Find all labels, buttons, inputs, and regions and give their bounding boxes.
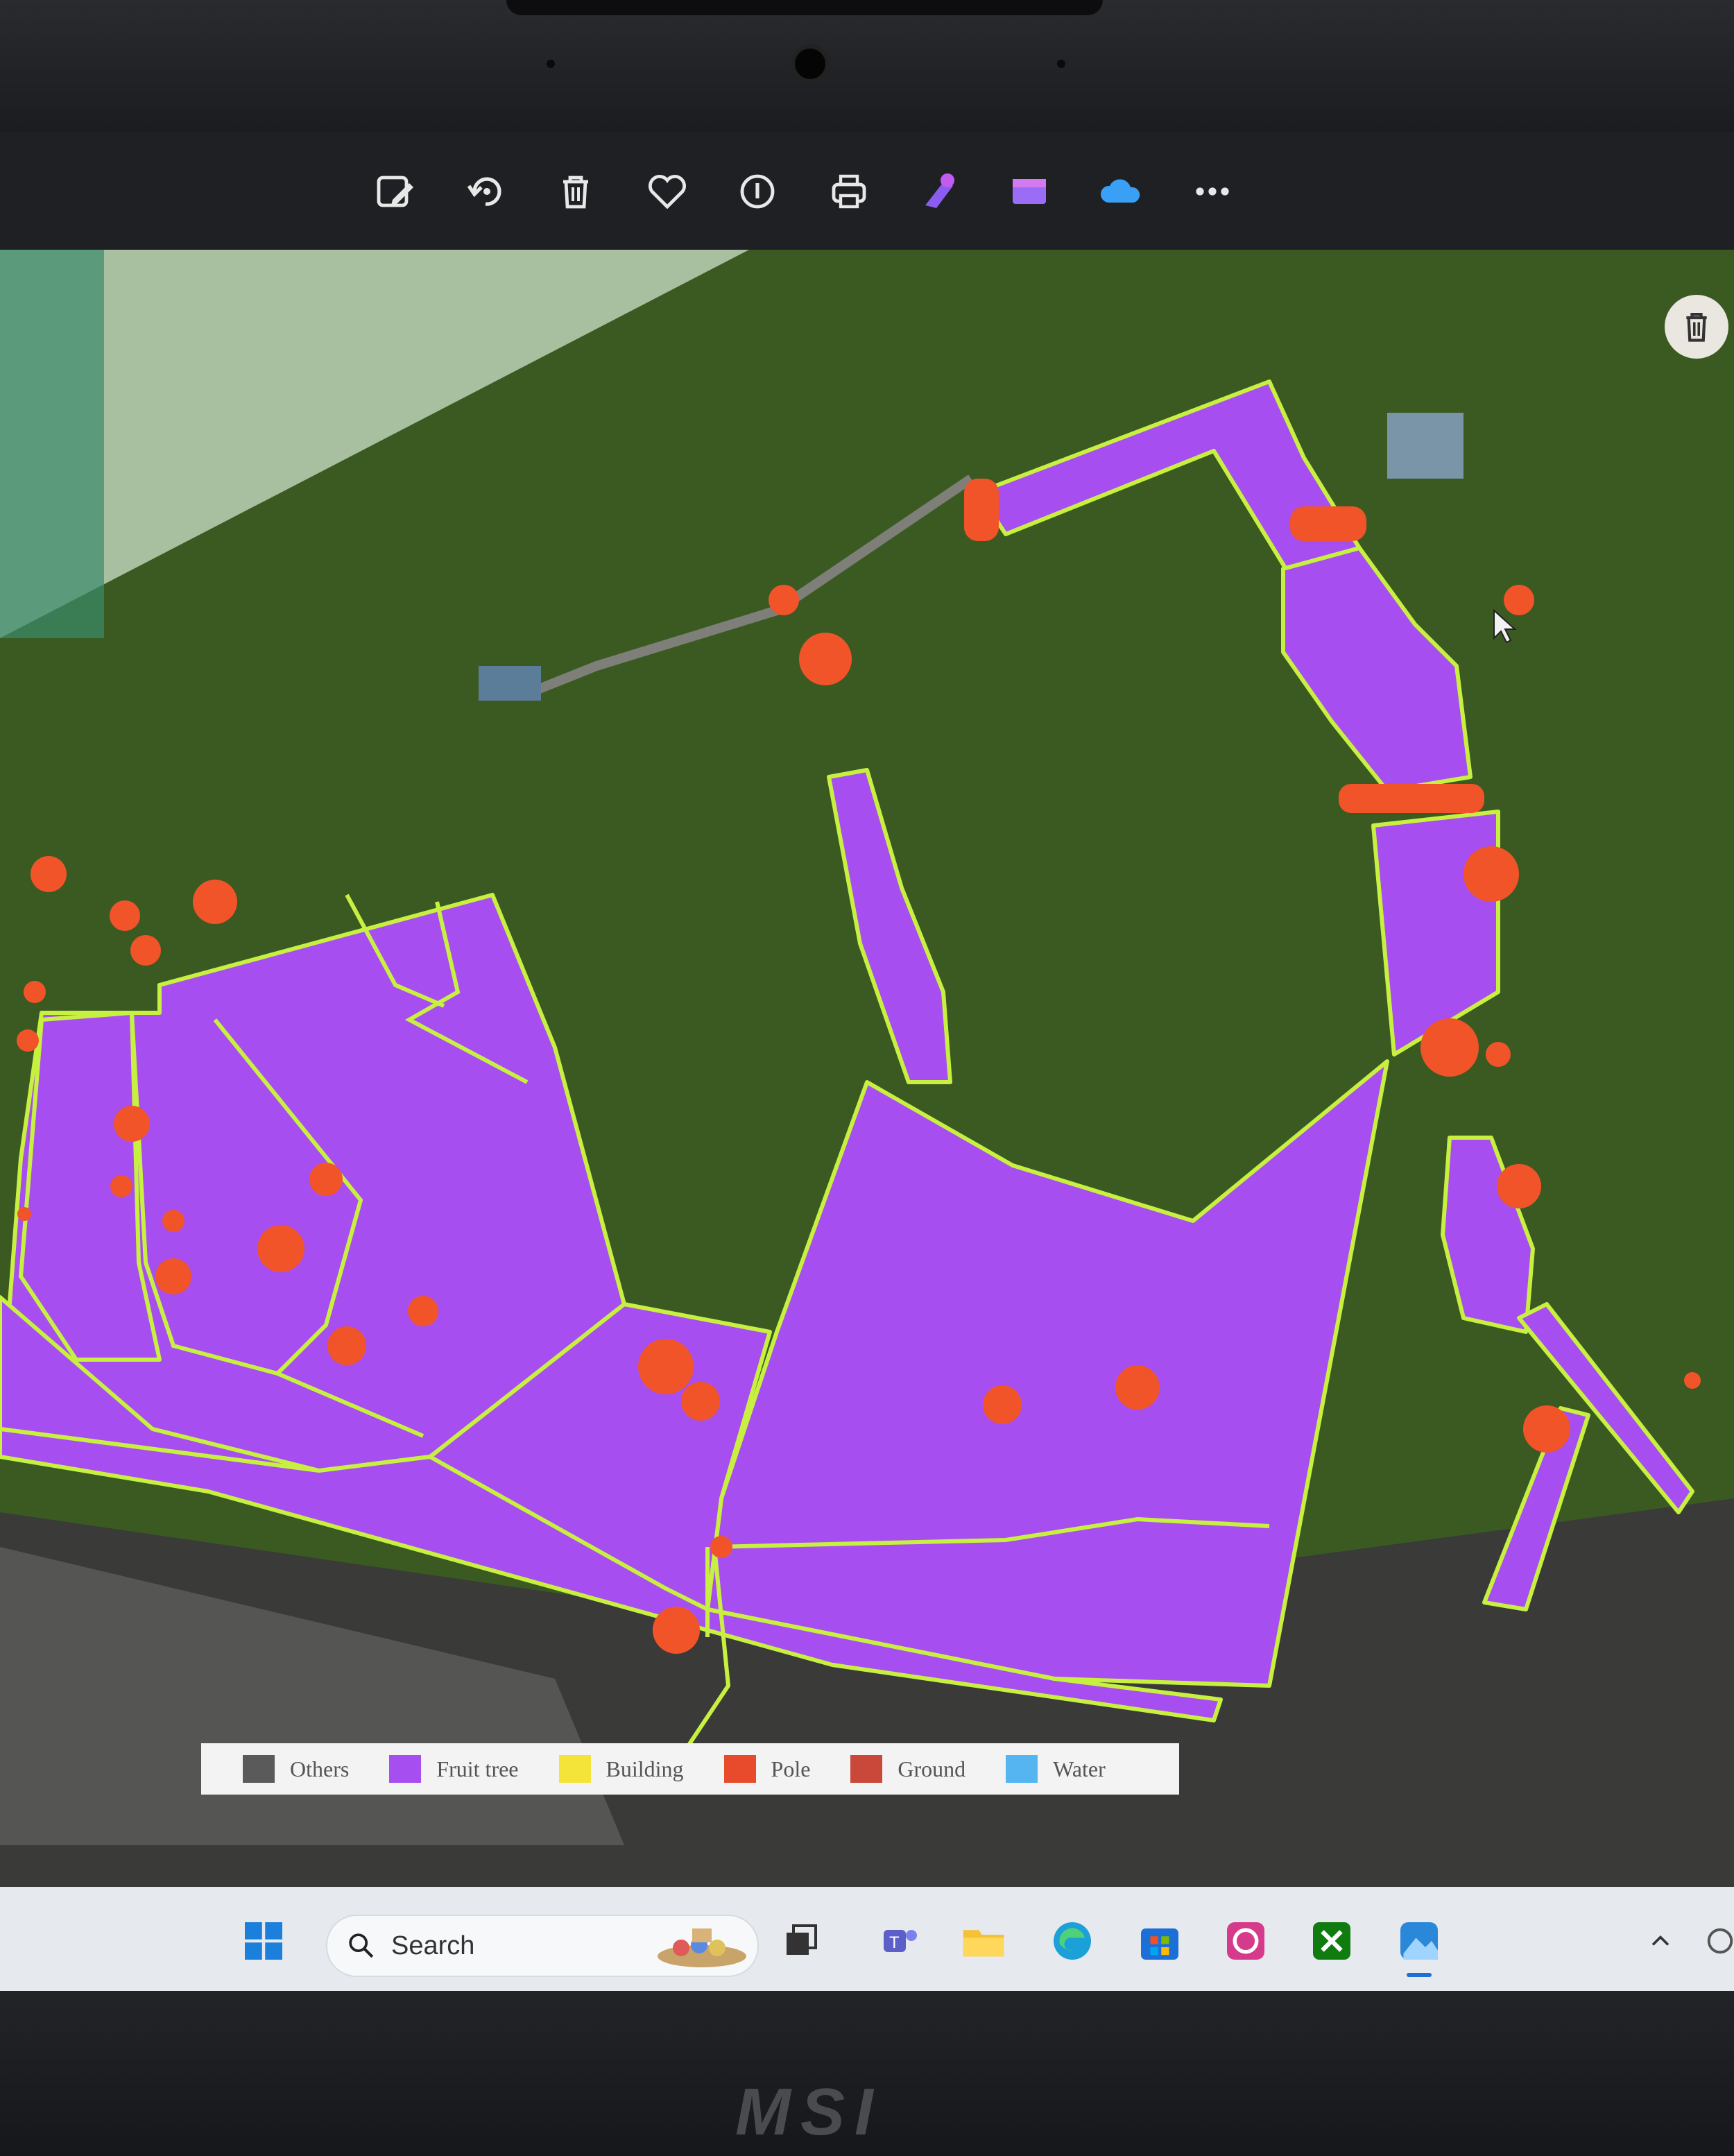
pole-marker — [327, 1326, 366, 1365]
webcam — [791, 44, 830, 83]
edit-image-icon[interactable] — [369, 165, 422, 218]
print-icon[interactable] — [823, 165, 875, 218]
legend-label: Fruit tree — [436, 1756, 519, 1781]
legend-item-building: Building — [558, 1755, 684, 1783]
delete-icon[interactable] — [1665, 295, 1728, 359]
legend-swatch — [723, 1755, 756, 1783]
brand-logo: MSI — [735, 2075, 883, 2149]
legend-swatch — [850, 1755, 883, 1783]
pole-marker — [710, 1536, 732, 1558]
legend-label: Others — [290, 1756, 350, 1781]
legend-item-ground: Ground — [850, 1755, 965, 1783]
sync-icon[interactable] — [1692, 1913, 1734, 1969]
pole-marker — [24, 981, 46, 1003]
pole-marker — [681, 1382, 720, 1421]
chevron-up-icon[interactable] — [1633, 1913, 1688, 1969]
pole-marker — [17, 1207, 31, 1221]
search-placeholder: Search — [391, 1931, 475, 1960]
pole-marker — [1339, 784, 1484, 813]
delete-icon[interactable] — [549, 165, 602, 218]
svg-text:T: T — [889, 1933, 900, 1952]
laptop-bezel-top — [0, 0, 1734, 132]
laptop-screen: Others Fruit tree Building Pole Ground W… — [0, 132, 1734, 1991]
pole-marker — [155, 1258, 191, 1294]
store-icon[interactable] — [1132, 1913, 1187, 1969]
pole-marker — [1463, 846, 1519, 902]
pole-marker — [193, 880, 237, 924]
search-icon — [349, 1933, 374, 1958]
pole-marker — [1504, 585, 1534, 615]
pole-marker — [983, 1385, 1022, 1424]
building-roof — [479, 666, 541, 701]
bezel-notch — [506, 0, 1103, 15]
designer-icon[interactable] — [913, 165, 965, 218]
edge-icon[interactable] — [1045, 1913, 1100, 1969]
search-input[interactable]: Search — [326, 1915, 759, 1977]
legend-label: Water — [1053, 1756, 1106, 1781]
pole-marker — [31, 856, 67, 892]
pole-marker — [638, 1339, 694, 1394]
pole-marker — [162, 1210, 184, 1232]
clipchamp-icon[interactable] — [1003, 165, 1056, 218]
house-roof — [1387, 413, 1463, 479]
field-green-strip — [0, 250, 104, 638]
pole-marker — [1290, 506, 1366, 541]
pole-marker — [114, 1106, 150, 1142]
pole-marker — [1684, 1372, 1701, 1389]
microphone — [1057, 60, 1065, 68]
file-explorer-icon[interactable] — [956, 1913, 1011, 1969]
pole-marker — [653, 1607, 700, 1654]
legend-item-others: Others — [243, 1755, 349, 1783]
pole-marker — [1497, 1164, 1541, 1208]
xbox-icon[interactable] — [1304, 1913, 1359, 1969]
pole-marker — [964, 479, 999, 541]
legend-item-fruit-tree: Fruit tree — [389, 1755, 519, 1783]
pole-marker — [110, 900, 140, 931]
pole-marker — [408, 1296, 438, 1326]
legend-swatch — [1006, 1755, 1038, 1783]
pole-marker — [1486, 1042, 1511, 1067]
windows-taskbar: Search T — [0, 1887, 1734, 1991]
legend-item-water: Water — [1006, 1755, 1106, 1783]
pole-marker — [130, 935, 161, 966]
segmentation-legend: Others Fruit tree Building Pole Ground W… — [201, 1743, 1179, 1795]
legend-swatch — [558, 1755, 591, 1783]
legend-item-pole: Pole — [723, 1755, 811, 1783]
pole-marker — [799, 633, 852, 685]
camera-app-icon[interactable] — [1218, 1913, 1273, 1969]
pole-marker — [1115, 1365, 1160, 1410]
info-icon[interactable] — [731, 165, 784, 218]
rotate-icon[interactable] — [459, 165, 512, 218]
legend-swatch — [389, 1755, 422, 1783]
pole-marker — [1523, 1405, 1570, 1453]
start-icon[interactable] — [236, 1913, 291, 1969]
teams-icon[interactable]: T — [871, 1913, 927, 1969]
legend-label: Building — [606, 1756, 684, 1781]
pole-marker — [17, 1029, 39, 1052]
photos-toolbar — [0, 132, 1734, 250]
pole-marker — [1420, 1018, 1479, 1077]
legend-swatch — [243, 1755, 275, 1783]
legend-label: Pole — [771, 1756, 811, 1781]
search-highlight-icon — [658, 1928, 746, 1967]
more-icon[interactable] — [1186, 165, 1239, 218]
pole-marker — [769, 585, 799, 615]
legend-label: Ground — [898, 1756, 966, 1781]
onedrive-icon[interactable] — [1095, 165, 1147, 218]
segmentation-image — [0, 250, 1734, 1963]
pole-marker — [257, 1225, 304, 1272]
pole-marker — [110, 1175, 132, 1197]
task-view-icon[interactable] — [773, 1913, 828, 1969]
pole-marker — [309, 1163, 343, 1196]
photos-icon[interactable] — [1391, 1913, 1447, 1977]
favorite-heart-icon[interactable] — [641, 165, 694, 218]
microphone — [547, 60, 555, 68]
